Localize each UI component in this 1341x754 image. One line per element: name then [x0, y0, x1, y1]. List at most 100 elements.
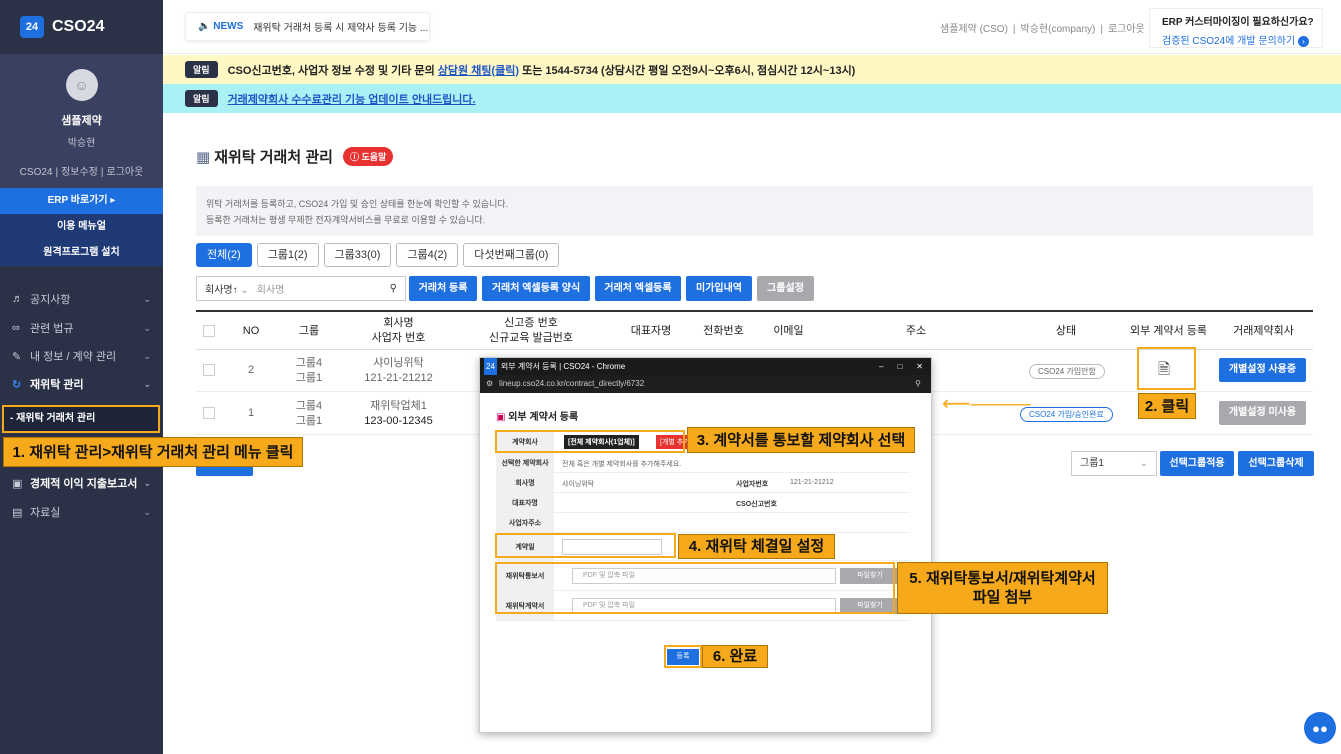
- status-badge: CSO24 가입안함: [1029, 364, 1105, 379]
- th-report: 신고증 번호 신규교육 발급번호: [488, 317, 573, 344]
- status-badge: CSO24 가입/승인완료: [1020, 407, 1113, 422]
- popup-logo-icon: 24: [484, 358, 497, 375]
- arrow-left-icon: ⟵———: [942, 393, 1031, 415]
- notice-bar-1: 알림 CSO신고번호, 사업자 정보 수정 및 기타 문의 상담원 채팅(클릭)…: [163, 55, 1341, 84]
- unjoined-button[interactable]: 미가입내역: [686, 276, 752, 301]
- label: CSO신고번호: [736, 501, 777, 508]
- row-group: 그룹4 그룹1: [295, 399, 323, 427]
- value: 샤이닝위탁: [562, 481, 595, 488]
- top-logout[interactable]: 로그아웃: [1103, 24, 1150, 35]
- minimize-icon[interactable]: –: [879, 358, 883, 375]
- menu-economic-report[interactable]: ▣ 경제적 이익 지출보고서 ⌄: [0, 469, 163, 497]
- archive-icon: ▤: [12, 506, 23, 519]
- popup-row-name: 회사명 샤이닝위탁 사업자번호 121-21-21212: [496, 473, 910, 493]
- logout-link[interactable]: 로그아웃: [104, 167, 147, 178]
- table-header: NO 그룹 회사명 사업자 번호 신고증 번호 신규교육 발급번호 대표자명 전화번…: [196, 310, 1313, 350]
- user-name: 박승현: [67, 138, 96, 149]
- pencil-icon: ✎: [12, 350, 22, 363]
- th-company: 회사명 사업자 번호: [371, 317, 426, 344]
- label: 사업자번호: [736, 481, 769, 488]
- help-button[interactable]: ⓘ 도움말: [342, 147, 394, 166]
- callout-step-5: 5. 재위탁통보서/재위탁계약서 파일 첨부: [897, 562, 1108, 614]
- th-phone: 전화번호: [703, 324, 744, 337]
- th-status: 상태: [1055, 324, 1077, 337]
- menu-notice[interactable]: ♬ 공지사항 ⌄: [0, 285, 163, 313]
- submenu-resubcontract-partners[interactable]: - 재위탁 거래처 관리: [2, 405, 160, 433]
- maximize-icon[interactable]: □: [897, 358, 902, 375]
- tab-group4[interactable]: 그룹4(2): [396, 243, 459, 267]
- th-no: NO: [242, 324, 260, 337]
- pharma-setting-button[interactable]: 개별설정 사용중: [1219, 358, 1306, 382]
- excel-template-button[interactable]: 거래처 엑셀등록 양식: [482, 276, 590, 301]
- news-ticker[interactable]: 🔈 NEWS 재위탁 거래처 등록 시 제약사 등록 기능 ...: [185, 12, 430, 41]
- update-notice-link[interactable]: 거래제약회사 수수료관리 기능 업데이트 안내드립니다.: [228, 91, 476, 107]
- group-select[interactable]: 그룹1 ⌄: [1071, 451, 1157, 476]
- top-user[interactable]: 박승현(company): [1016, 24, 1101, 35]
- select-all-checkbox[interactable]: [203, 325, 215, 337]
- callout-step-2: 2. 클릭: [1138, 393, 1196, 419]
- tab-fifth-group[interactable]: 다섯번째그룹(0): [463, 243, 560, 267]
- callout-step-6: 6. 완료: [702, 645, 768, 668]
- chevron-down-icon: ⌄: [143, 293, 151, 304]
- callout-step-4: 4. 재위탁 체결일 설정: [678, 534, 835, 559]
- row-company: 샤이닝위탁 121-21-21212: [364, 356, 433, 384]
- notice-pre: CSO신고번호, 사업자 정보 수정 및 기타 문의: [227, 64, 438, 77]
- excel-upload-button[interactable]: 거래처 엑셀등록: [595, 276, 681, 301]
- menu-law[interactable]: ∞ 관련 법규 ⌄: [0, 314, 163, 342]
- value: 전체 혹은 개별 제약회사를 추가해주세요.: [562, 461, 682, 468]
- erp-button[interactable]: ERP 바로가기 ▸: [0, 188, 163, 214]
- tab-group1[interactable]: 그룹1(2): [256, 243, 319, 267]
- apply-group-button[interactable]: 선택그룹적용: [1160, 451, 1234, 476]
- th-email: 이메일: [773, 324, 804, 337]
- highlight-box: [664, 645, 702, 668]
- company-name: 샘플제약: [61, 115, 102, 127]
- menu-label: 관련 법규: [30, 323, 74, 335]
- pharma-setting-button[interactable]: 개별설정 미사용: [1219, 401, 1306, 425]
- row-no: 2: [247, 364, 255, 376]
- delete-group-button[interactable]: 선택그룹삭제: [1238, 451, 1314, 476]
- top-links: 샘플제약 (CSO) | 박승현(company) | 로그아웃: [935, 20, 1150, 35]
- popup-row-rep: 대표자명 CSO신고번호: [496, 493, 910, 513]
- chat-icon[interactable]: ●●: [1304, 712, 1336, 744]
- erp-promo[interactable]: ERP 커스터마이징이 필요하신가요? 검증된 CSO24에 개발 문의하기 ›: [1149, 8, 1323, 48]
- search-icon[interactable]: ⚲: [390, 283, 405, 294]
- remote-button[interactable]: 원격프로그램 설치: [0, 240, 163, 266]
- menu-resubcontract[interactable]: ↻ 재위탁 관리 ⌄: [0, 370, 163, 398]
- chat-link[interactable]: 상담원 채팅(클릭): [438, 62, 519, 78]
- cso24-link[interactable]: CSO24: [17, 167, 56, 178]
- register-partner-button[interactable]: 거래처 등록: [409, 276, 477, 301]
- promo-title: ERP 커스터마이징이 필요하신가요?: [1162, 17, 1314, 28]
- search-input[interactable]: 회사명: [257, 281, 390, 296]
- chevron-down-icon: ⌄: [143, 350, 151, 361]
- logo[interactable]: 24 CSO24: [20, 16, 104, 38]
- chevron-down-icon: ⌄: [143, 506, 151, 517]
- row-checkbox[interactable]: [203, 407, 215, 419]
- row-checkbox[interactable]: [203, 364, 215, 376]
- popup-titlebar: 24 외부 계약서 등록 | CSO24 - Chrome – □ ✕: [480, 358, 931, 375]
- sort-select[interactable]: 회사명↑ ⌄: [197, 281, 257, 296]
- news-tag: 🔈 NEWS: [198, 21, 244, 32]
- row-company: 재위탁업체1 123-00-12345: [364, 399, 433, 427]
- edit-info-link[interactable]: 정보수정: [58, 167, 101, 178]
- chevron-down-icon: ⌄: [143, 322, 151, 333]
- speaker-icon: ♬: [12, 293, 23, 305]
- page-title-text: 재위탁 거래처 관리: [214, 149, 333, 166]
- desc-line: 위탁 거래처를 등록하고, CSO24 가입 및 승인 상태를 한눈에 확인할 …: [206, 199, 509, 209]
- menu-archive[interactable]: ▤ 자료실 ⌄: [0, 498, 163, 526]
- manual-button[interactable]: 이용 메뉴얼: [0, 214, 163, 240]
- search-icon[interactable]: ⚲: [915, 375, 931, 393]
- news-text: 재위탁 거래처 등록 시 제약사 등록 기능 ...: [253, 23, 429, 34]
- tab-all[interactable]: 전체(2): [196, 243, 252, 267]
- callout-step-1: 1. 재위탁 관리>재위탁 거래처 관리 메뉴 클릭: [3, 437, 303, 467]
- chevron-down-icon: ⌄: [143, 378, 151, 389]
- highlight-box: [495, 562, 895, 614]
- site-info-icon: ⚙: [486, 379, 494, 388]
- highlight-box: [495, 533, 676, 558]
- group-settings-button[interactable]: 그룹설정: [757, 276, 814, 301]
- close-icon[interactable]: ✕: [916, 358, 923, 375]
- menu-myinfo[interactable]: ✎ 내 정보 / 계약 관리 ⌄: [0, 342, 163, 370]
- menu-label: 공지사항: [30, 294, 71, 306]
- promo-link[interactable]: 검증된 CSO24에 개발 문의하기 ›: [1162, 32, 1322, 47]
- tab-group33[interactable]: 그룹33(0): [323, 243, 392, 267]
- highlight-box: [1137, 347, 1196, 390]
